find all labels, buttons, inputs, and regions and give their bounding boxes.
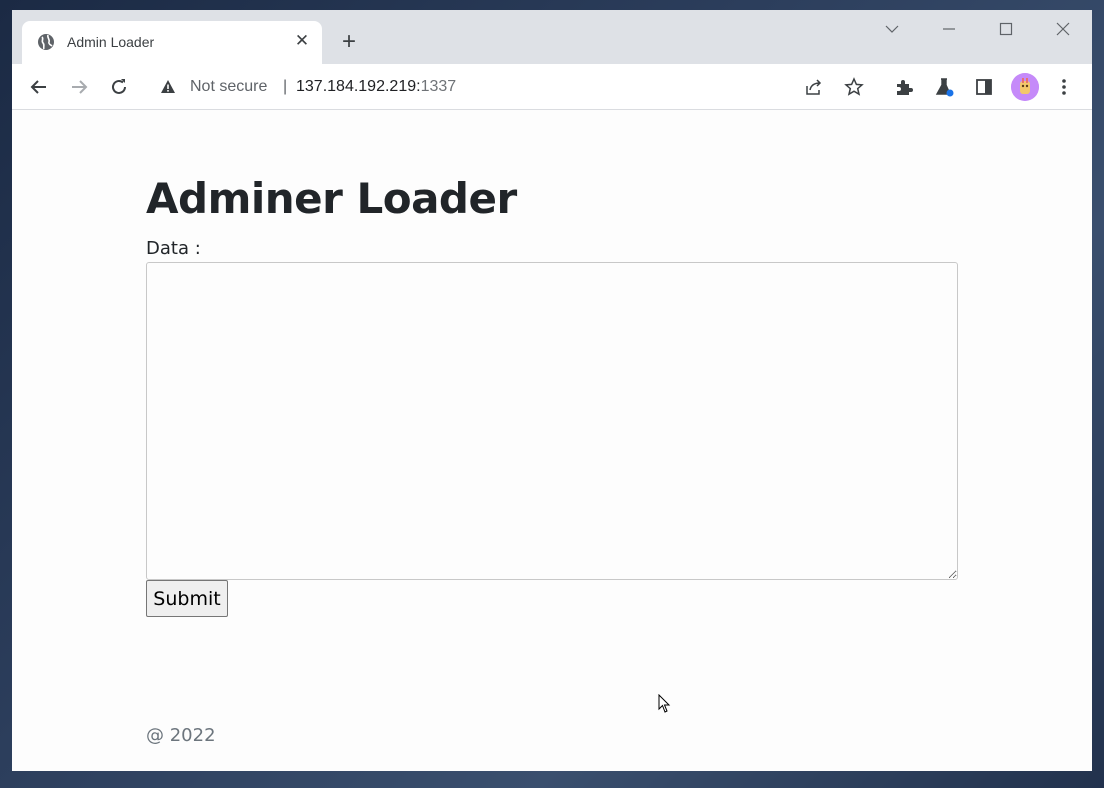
profile-avatar[interactable] bbox=[1011, 73, 1039, 101]
share-icon[interactable] bbox=[801, 74, 827, 100]
data-label: Data : bbox=[146, 238, 201, 259]
warning-triangle-icon[interactable] bbox=[160, 79, 176, 95]
browser-window: Admin Loader ✕ + Not secure | 137.184.19… bbox=[12, 10, 1092, 771]
back-arrow-icon[interactable] bbox=[26, 74, 52, 100]
close-icon[interactable]: ✕ bbox=[292, 31, 312, 51]
url-port: 1337 bbox=[420, 78, 457, 95]
tab-title: Admin Loader bbox=[67, 34, 155, 50]
reload-icon[interactable] bbox=[106, 74, 132, 100]
forward-arrow-icon[interactable] bbox=[66, 74, 92, 100]
star-icon[interactable] bbox=[841, 74, 867, 100]
window-close-icon[interactable] bbox=[1048, 18, 1078, 42]
tab-strip: Admin Loader ✕ + bbox=[12, 10, 1092, 64]
submit-button[interactable]: Submit bbox=[146, 580, 228, 617]
maximize-icon[interactable] bbox=[991, 18, 1021, 42]
flask-icon[interactable] bbox=[931, 74, 957, 100]
browser-toolbar: Not secure | 137.184.192.219:1337 bbox=[12, 64, 1092, 110]
data-textarea[interactable] bbox=[146, 262, 958, 580]
url-text[interactable]: 137.184.192.219:1337 bbox=[296, 78, 456, 96]
footer-text: @ 2022 bbox=[146, 725, 216, 746]
tab-search-chevron-icon[interactable] bbox=[877, 18, 907, 42]
side-panel-icon[interactable] bbox=[971, 74, 997, 100]
globe-icon bbox=[37, 33, 55, 51]
url-separator: | bbox=[283, 78, 288, 95]
page-title: Adminer Loader bbox=[146, 174, 517, 223]
minimize-icon[interactable] bbox=[934, 18, 964, 42]
url-host: 137.184.192.219: bbox=[296, 78, 421, 95]
page-content: Adminer Loader Data : Submit @ 2022 bbox=[12, 110, 1092, 771]
security-label[interactable]: Not secure bbox=[190, 78, 267, 96]
mouse-cursor-icon bbox=[658, 694, 671, 713]
plus-icon[interactable]: + bbox=[336, 29, 362, 55]
puzzle-icon[interactable] bbox=[891, 74, 917, 100]
address-bar[interactable]: Not secure | 137.184.192.219:1337 bbox=[152, 72, 792, 102]
kebab-menu-icon[interactable] bbox=[1051, 74, 1077, 100]
tab-admin-loader[interactable]: Admin Loader ✕ bbox=[22, 21, 322, 64]
